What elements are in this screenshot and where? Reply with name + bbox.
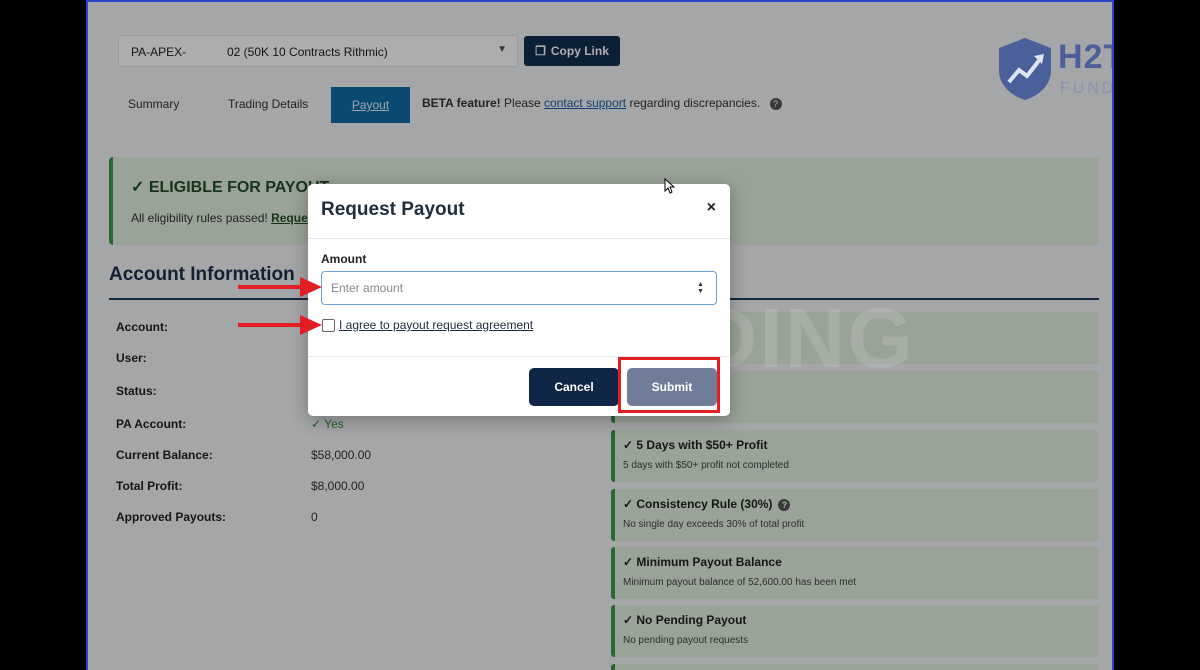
logo-sub: FUNDING xyxy=(1060,80,1112,97)
shield-chart-icon xyxy=(999,38,1051,100)
agree-link[interactable]: I agree to payout request agreement xyxy=(339,318,533,332)
agree-checkbox[interactable] xyxy=(322,319,335,332)
red-arrow-icon xyxy=(238,315,322,335)
close-icon[interactable]: × xyxy=(707,199,716,217)
amount-input[interactable] xyxy=(321,271,717,305)
number-stepper-icon[interactable]: ▲ ▼ xyxy=(697,281,704,295)
logo-main: H2T xyxy=(1058,38,1112,76)
app-screen: PA-APEX- 02 (50K 10 Contracts Rithmic) ▼… xyxy=(86,0,1114,670)
red-arrow-icon xyxy=(238,277,322,297)
highlight-box xyxy=(618,357,720,413)
modal-divider xyxy=(308,238,730,239)
mouse-cursor-icon xyxy=(664,178,676,194)
amount-label: Amount xyxy=(321,252,367,266)
h2t-funding-logo: H2T FUNDING xyxy=(996,36,1112,102)
cancel-button[interactable]: Cancel xyxy=(529,368,619,406)
modal-title: Request Payout xyxy=(321,199,465,220)
